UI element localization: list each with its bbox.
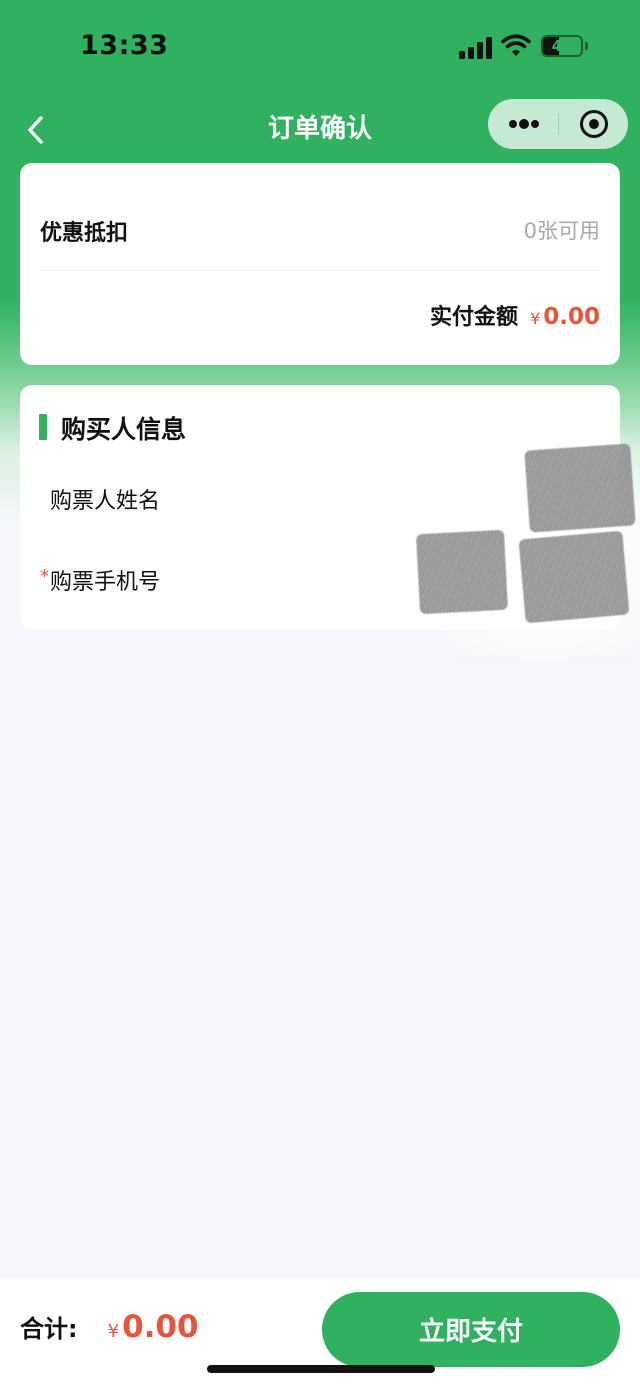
- redaction-scribble: [415, 529, 509, 615]
- buyer-phone-row: * 购票手机号: [40, 553, 600, 603]
- card-divider: [40, 270, 600, 271]
- discount-row[interactable]: 优惠抵扣 0张可用: [40, 203, 600, 255]
- discount-available-count: 0张可用: [523, 219, 600, 243]
- total-value: 0.00: [122, 1309, 199, 1345]
- target-close-icon[interactable]: [558, 99, 628, 149]
- order-confirm-screen: 13:33 41 订单确认 优惠抵扣 0张可用 实付金额 ¥ 0.00 购买人信…: [0, 0, 640, 1387]
- home-indicator: [207, 1365, 435, 1373]
- redaction-scribble: [518, 530, 630, 624]
- buyer-phone-label: 购票手机号: [50, 570, 161, 595]
- battery-cap: [585, 42, 588, 50]
- required-mark: *: [40, 566, 49, 587]
- wifi-icon: [501, 34, 531, 56]
- paid-amount-row: 实付金额 ¥ 0.00: [430, 299, 600, 333]
- pay-now-button[interactable]: 立即支付: [322, 1292, 620, 1367]
- total-label: 合计:: [20, 1315, 78, 1343]
- battery-level: 41: [551, 37, 573, 55]
- section-accent-bar: [39, 414, 47, 440]
- mini-program-capsule: [488, 99, 628, 149]
- discount-card: 优惠抵扣 0张可用 实付金额 ¥ 0.00: [20, 163, 620, 365]
- paid-label: 实付金额: [430, 305, 519, 330]
- paid-amount: 0.00: [543, 304, 600, 330]
- paid-currency: ¥: [530, 309, 541, 328]
- buyer-name-label: 购票人姓名: [50, 489, 161, 514]
- signal-icon: [459, 37, 493, 59]
- buyer-name-row: 购票人姓名: [40, 472, 600, 522]
- status-time: 13:33: [80, 30, 169, 61]
- section-title-text: 购买人信息: [61, 415, 187, 444]
- more-dots-icon[interactable]: [488, 99, 558, 149]
- chevron-left-icon[interactable]: [22, 112, 52, 148]
- battery-icon: 41: [541, 35, 583, 57]
- discount-label: 优惠抵扣: [40, 221, 129, 246]
- total-amount: 合计: ¥ 0.00: [20, 1309, 199, 1345]
- status-bar: 13:33 41: [0, 0, 640, 95]
- redaction-scribble: [524, 443, 636, 533]
- total-currency: ¥: [107, 1321, 120, 1342]
